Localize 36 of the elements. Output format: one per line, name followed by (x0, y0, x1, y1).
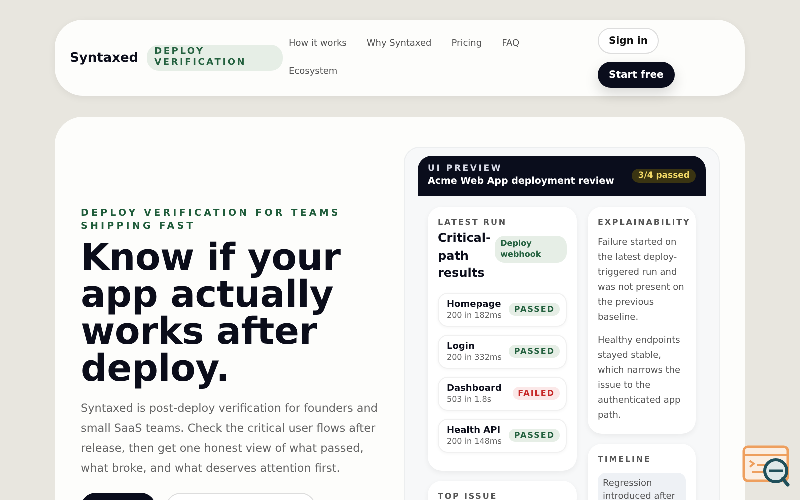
explanation-text: Failure started on the latest deploy-triggered run and was not present on the previous baseline. (598, 237, 686, 325)
trigger-tag: Deploy webhook (494, 236, 567, 263)
hero-headline: Know if your app actually works after deploy. (81, 239, 342, 387)
check-detail: 200 in 148ms (447, 436, 502, 446)
brand-name[interactable]: Syntaxed (70, 50, 139, 66)
check-detail: 200 in 182ms (447, 310, 502, 320)
card-title: Critical-path results (438, 230, 492, 282)
nav-link[interactable]: Why Syntaxed (366, 37, 432, 51)
card-label: TIMELINE (598, 454, 652, 465)
nav-link[interactable]: Pricing (452, 37, 482, 51)
timeline-entry: Regression introduced after (598, 473, 686, 500)
status-badge: PASSED (509, 303, 560, 316)
preview-eyebrow: UI PREVIEW (428, 163, 504, 175)
passed-count-badge: 3/4 passed (632, 169, 696, 183)
check-name: Dashboard (447, 382, 502, 394)
card-label: LATEST RUN (438, 217, 508, 228)
hero-description: Syntaxed is post-deploy verification for founders and small SaaS teams. Check the critical user flows after release, then get one honest view of what passed, what broke, and what deserves attention first. (81, 401, 379, 477)
sign-in-button[interactable]: Sign in (598, 28, 659, 54)
check-name: Health API (447, 424, 502, 436)
card-label: TOP ISSUE (438, 490, 499, 500)
hero-eyebrow: DEPLOY VERIFICATION FOR TEAMS SHIPPING FAST (81, 207, 342, 233)
explanation-text: Healthy endpoints stayed stable, which narrows the issue to the authenticated app path. (598, 335, 682, 423)
inspect-widget-icon[interactable] (742, 444, 792, 488)
nav-link[interactable]: Ecosystem (289, 65, 338, 79)
check-detail: 200 in 332ms (447, 352, 502, 362)
nav-link[interactable]: How it works (289, 37, 347, 51)
check-name: Login (447, 340, 476, 352)
check-name: Homepage (447, 298, 502, 310)
nav-link[interactable]: FAQ (502, 37, 520, 51)
start-free-button[interactable]: Start free (598, 62, 675, 88)
status-badge: PASSED (509, 429, 560, 442)
status-badge: PASSED (509, 345, 560, 358)
status-badge: FAILED (513, 387, 560, 400)
check-detail: 503 in 1.8s (447, 394, 493, 404)
product-badge: DEPLOY VERIFICATION (146, 45, 283, 71)
preview-title: Acme Web App deployment review (428, 175, 614, 189)
